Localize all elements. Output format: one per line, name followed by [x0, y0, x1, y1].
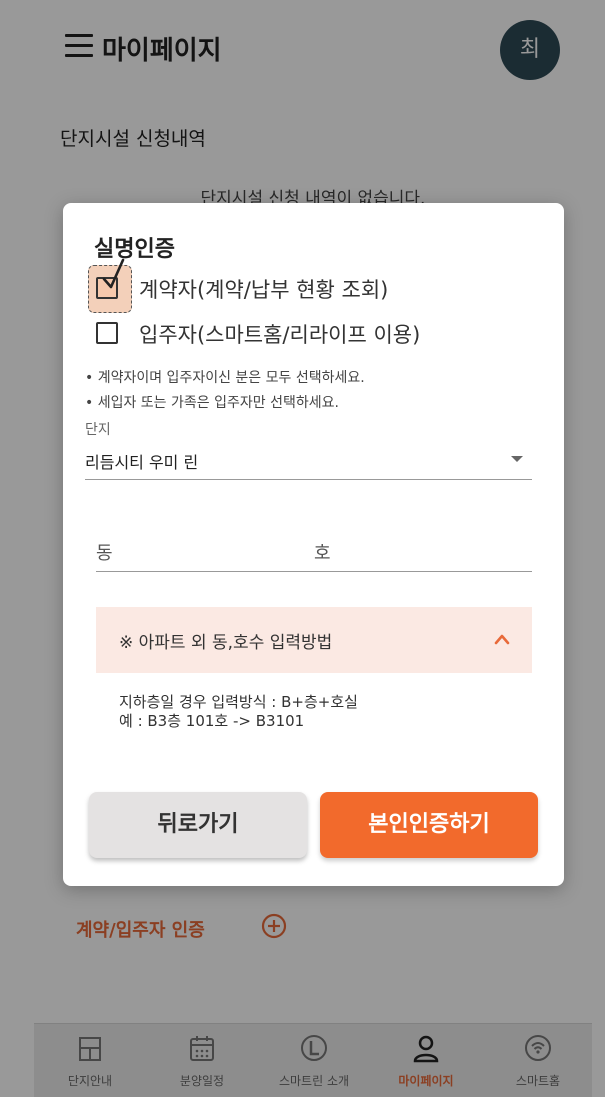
back-button[interactable]: 뒤로가기: [89, 792, 307, 858]
help-text: 예 : B3층 101호 -> B3101: [119, 712, 305, 730]
complex-label: 단지: [85, 422, 111, 438]
complex-value: 리듬시티 우미 린: [85, 453, 199, 472]
verify-identity-button[interactable]: 본인인증하기: [320, 792, 538, 858]
note-line: • 세입자 또는 가족은 입주자만 선택하세요.: [85, 395, 339, 411]
complex-select[interactable]: 리듬시티 우미 린: [85, 443, 532, 480]
help-title: ※ 아파트 외 동,호수 입력방법: [119, 633, 333, 653]
checkmark-icon: [102, 258, 125, 289]
dong-input[interactable]: 동: [96, 539, 113, 565]
ho-input[interactable]: 호: [314, 539, 331, 565]
address-fields: 동 호: [96, 535, 532, 572]
address-help-panel[interactable]: ※ 아파트 외 동,호수 입력방법: [96, 607, 532, 673]
option-label: 입주자(스마트홈/리라이프 이용): [139, 323, 421, 347]
real-name-verification-dialog: 실명인증 계약자(계약/납부 현황 조회) 입주자(스마트홈/리라이프 이용) …: [63, 203, 564, 886]
chevron-up-icon[interactable]: [494, 633, 510, 645]
help-text: 지하층일 경우 입력방식 : B+층+호실: [119, 693, 358, 711]
dropdown-arrow-icon: [511, 456, 523, 462]
note-line: • 계약자이며 입주자이신 분은 모두 선택하세요.: [85, 370, 365, 386]
resident-checkbox[interactable]: [96, 322, 118, 344]
option-label: 계약자(계약/납부 현황 조회): [139, 278, 389, 302]
